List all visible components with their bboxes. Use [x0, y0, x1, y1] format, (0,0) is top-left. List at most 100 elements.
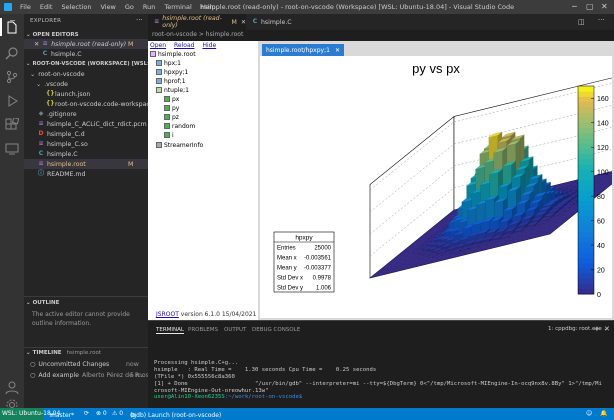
tree-item[interactable]: hpxpy;1	[156, 68, 188, 76]
file-type-icon: ◆	[38, 110, 44, 117]
jsroot-browser: Open Reload Hide hsimple.root hpx;1 hpxpy;1 h…	[148, 41, 258, 320]
palette-segment	[578, 257, 594, 264]
panel-tab[interactable]: PROBLEMS	[188, 327, 218, 333]
folder-root-on-vscode[interactable]: ⌄ root-on-vscode	[30, 69, 85, 79]
close-panel-icon[interactable]: ✕	[604, 325, 610, 333]
chevron-down-icon: ⌄	[26, 32, 31, 38]
extensions-icon[interactable]	[5, 118, 19, 132]
outline-message: The active editor cannot provide outline…	[32, 311, 130, 327]
file-item[interactable]: ≡ hsimple_C.so	[38, 139, 87, 149]
outline-section[interactable]: ⌄ OUTLINE	[26, 298, 59, 308]
menu-item[interactable]: Run	[143, 3, 155, 11]
add-terminal-icon[interactable]: +	[594, 325, 600, 333]
panel-tab[interactable]: OUTPUT	[224, 327, 246, 333]
leaf-icon	[164, 123, 170, 129]
folder-vscode[interactable]: ⌄ .vscode	[36, 79, 68, 89]
tree-leaf[interactable]: pz	[164, 113, 179, 121]
status-bar: WSL: Ubuntu-18.04 ⑂ master* ⟳ ⊗ 0 ⚠ 0 ⚙ …	[0, 408, 614, 420]
panel-tab[interactable]: DEBUG CONSOLE	[252, 327, 300, 333]
terminal-prompt[interactable]: user@Alin10-Xeon6235S:~/work/root-on-vsc…	[154, 394, 302, 400]
palette-tick-label: 100	[597, 170, 609, 177]
streamer-icon	[156, 142, 162, 148]
palette-segment	[578, 216, 594, 222]
palette-segment	[578, 106, 594, 113]
tree-item[interactable]: hprof;1	[156, 77, 186, 85]
open-editor-item[interactable]: C hsimple.C	[42, 49, 82, 59]
terminal-line: (TFile *) 0x555556c8a360	[154, 374, 235, 380]
feedback-icon[interactable]: ☺	[586, 410, 592, 417]
tree-leaf[interactable]: px	[164, 95, 179, 103]
lego-plot[interactable]: py vs px 0 20 40 60 80 100 120 140 160 hpxpy Entr…	[260, 56, 614, 318]
browser-link[interactable]: Open	[150, 42, 166, 49]
tree-item[interactable]: StreamerInfo	[156, 141, 203, 149]
remote-indicator[interactable]: WSL: Ubuntu-18.04	[0, 408, 60, 420]
palette-segment	[578, 138, 594, 144]
palette-segment	[578, 247, 594, 253]
menu-item[interactable]: View	[100, 3, 115, 11]
search-icon[interactable]	[5, 46, 19, 60]
explorer-icon[interactable]	[5, 20, 19, 34]
file-type-icon: ≡	[38, 140, 44, 147]
warnings-indicator[interactable]: ⚠ 0	[112, 410, 123, 417]
menu-item[interactable]: Selection	[61, 3, 91, 11]
timeline-item[interactable]: ○ Uncommitted Changes now	[30, 359, 146, 369]
close-icon[interactable]: ✕	[601, 2, 608, 11]
run-debug-icon[interactable]	[5, 94, 19, 108]
source-control-icon[interactable]	[5, 70, 19, 84]
palette-segment	[578, 91, 594, 97]
file-item[interactable]: ≡ hsimple.root M	[24, 159, 148, 169]
menu-bar: File Edit Selection View Go Run Terminal Help	[20, 3, 216, 11]
timeline-section[interactable]: ⌄ TIMELINE hsimple.root	[26, 348, 101, 358]
more-actions-icon[interactable]: ···	[136, 16, 143, 24]
browser-link[interactable]: Hide	[202, 42, 216, 49]
file-icon: ≡	[154, 18, 160, 25]
menu-item[interactable]: File	[20, 3, 31, 11]
menu-item[interactable]: Edit	[40, 3, 53, 11]
close-icon[interactable]: ✕	[335, 47, 340, 54]
tree-item[interactable]: hpx;1	[156, 59, 181, 67]
stats-box[interactable]: hpxpy Entries 25000 Mean x -0.003561 Mean y -0…	[273, 231, 335, 293]
tab-hsimple-c[interactable]: C hsimple.C	[246, 14, 306, 30]
palette-segment	[578, 288, 594, 295]
tree-leaf[interactable]: i	[164, 131, 174, 139]
canvas-tab[interactable]: hsimple.root/hpxpy;1 ✕	[262, 44, 344, 56]
palette-segment	[578, 169, 594, 175]
palette-tick-label: 0	[597, 292, 601, 299]
remote-explorer-icon[interactable]	[5, 142, 19, 156]
leaf-icon	[164, 114, 170, 120]
browser-link[interactable]: Reload	[174, 42, 194, 49]
more-actions-icon[interactable]: ···	[598, 16, 605, 24]
file-item[interactable]: ≡ hsimple_C_ACLiC_dict_rdict.pcm	[38, 119, 146, 129]
open-editor-item[interactable]: ✕ ≡ hsimple.root (read-only) M	[24, 39, 148, 49]
stats-label: Mean x	[277, 256, 297, 262]
close-icon[interactable]: ✕	[34, 41, 39, 48]
account-icon[interactable]	[5, 380, 19, 394]
file-item[interactable]: Dhsimple_C.d	[38, 129, 85, 139]
menu-item[interactable]: Terminal	[164, 3, 191, 11]
minimize-icon[interactable]: ─	[572, 2, 577, 11]
file-item[interactable]: ⓘ README.md	[38, 169, 85, 179]
split-editor-icon[interactable]: ◫	[578, 18, 585, 26]
palette-segment	[578, 184, 594, 191]
file-item[interactable]: Chsimple.C	[38, 149, 78, 159]
sync-icon[interactable]: ⟳	[84, 410, 89, 417]
maximize-icon[interactable]: ▢	[586, 2, 594, 11]
file-item[interactable]: {} launch.json	[46, 89, 90, 99]
file-item[interactable]: {} root-on-vscode.code-workspace	[46, 99, 154, 109]
tree-root-file[interactable]: hsimple.root	[150, 50, 196, 58]
window-title: hsimple.root (read-only) - root-on-vscod…	[200, 3, 515, 11]
errors-indicator[interactable]: ⊗ 0	[96, 410, 107, 417]
file-item[interactable]: ◆ .gitignore	[38, 109, 77, 119]
panel-tab[interactable]: TERMINAL	[156, 327, 184, 334]
timeline-item[interactable]: ○ Add example Alberto Pérez de R... 5 mo…	[30, 370, 149, 380]
palette-segment	[578, 262, 594, 269]
tab-hsimple-root[interactable]: ≡ hsimple.root (read-only) M ✕	[148, 14, 246, 30]
palette-segment	[578, 236, 594, 243]
menu-item[interactable]: Go	[125, 3, 134, 11]
bell-icon[interactable]: 🔔	[600, 410, 607, 417]
tree-item[interactable]: ntuple;1	[156, 86, 189, 94]
tree-leaf[interactable]: random	[164, 122, 195, 130]
root-canvas[interactable]: py vs px 0 20 40 60 80 100 120 140 160 hpxpy Entr…	[260, 56, 614, 318]
palette-segment	[578, 101, 594, 108]
tree-leaf[interactable]: py	[164, 104, 179, 112]
